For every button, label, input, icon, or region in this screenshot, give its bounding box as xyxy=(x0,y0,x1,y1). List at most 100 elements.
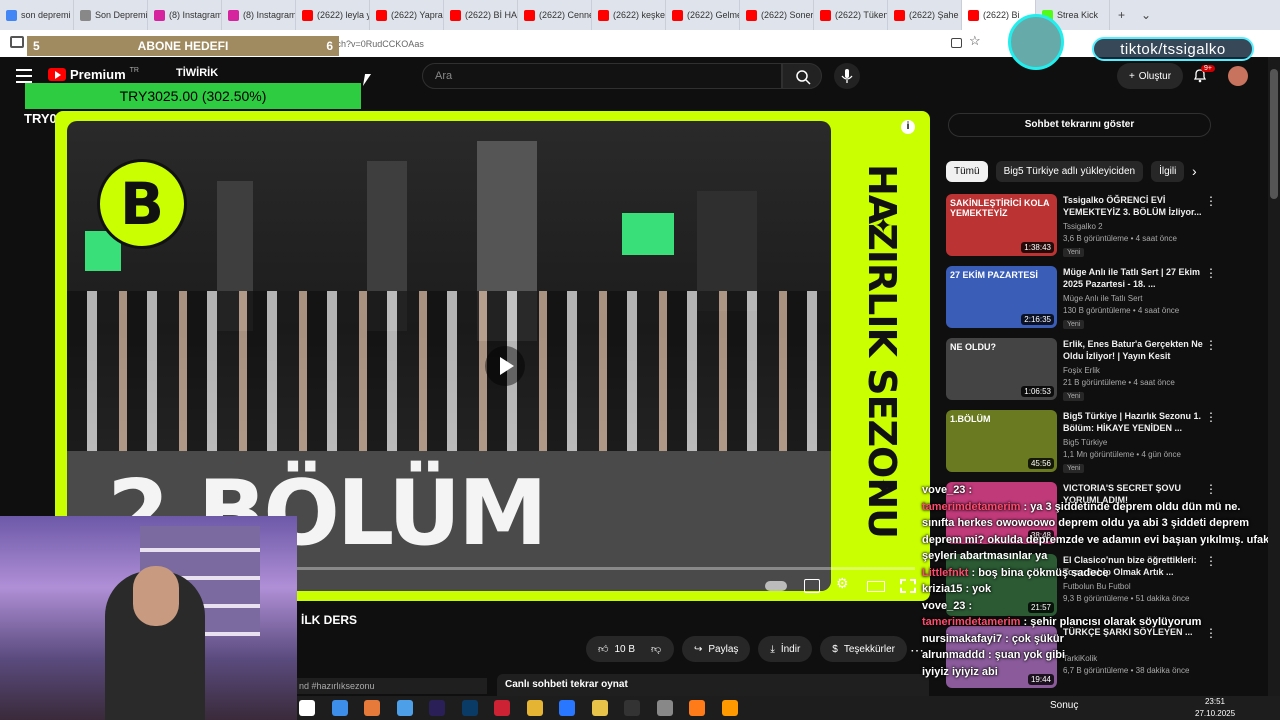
video-title-link[interactable]: Müge Anlı ile Tatlı Sert | 27 Ekim 2025 … xyxy=(1063,266,1203,290)
filter-chip[interactable]: Tümü xyxy=(946,161,988,182)
video-title-link[interactable]: Tssigalko ÖĞRENCİ EVİ YEMEKTEYİZ 3. BÖLÜ… xyxy=(1063,194,1203,218)
recommended-video[interactable]: 1.BÖLÜM 45:56 Big5 Türkiye | Hazırlık Sezo… xyxy=(946,410,1217,478)
theater-mode-icon[interactable] xyxy=(867,581,885,592)
taskbar-app-icon[interactable] xyxy=(721,700,738,716)
taskbar-clock[interactable]: 23:51 27.10.2025 xyxy=(1195,696,1235,720)
play-icon[interactable] xyxy=(485,346,525,386)
browser-tab[interactable]: (2622) leyla y xyxy=(296,0,370,30)
video-thumbnail[interactable]: 27 EKİM PAZARTESİ 2:16:35 xyxy=(946,266,1057,328)
screenshot-icon[interactable] xyxy=(951,38,962,48)
plus-icon: + xyxy=(1128,70,1135,82)
recommended-video[interactable]: SAKİNLEŞTİRİCİ KOLA YEMEKTEYİZ 1:38:43 Tss… xyxy=(946,194,1217,262)
taskbar-app-icon[interactable] xyxy=(656,700,673,716)
chevron-right-icon[interactable]: › xyxy=(1192,163,1197,179)
filter-chip[interactable]: İlgili xyxy=(1151,161,1185,182)
browser-tab[interactable]: Son Depremi xyxy=(74,0,148,30)
taskbar-app-icon[interactable] xyxy=(429,700,445,716)
tab-favicon-icon xyxy=(524,9,535,21)
taskbar-app-icon[interactable] xyxy=(689,700,705,716)
new-badge: Yeni xyxy=(1063,320,1085,329)
taskbar-app-icon[interactable] xyxy=(494,700,510,716)
browser-tab[interactable]: (2622) Soner xyxy=(740,0,814,30)
taskbar-app-icon[interactable] xyxy=(591,700,608,716)
video-title-link[interactable]: Big5 Türkiye | Hazırlık Sezonu 1. Bölüm:… xyxy=(1063,410,1203,434)
info-icon[interactable]: i xyxy=(901,120,915,134)
like-button[interactable]: 👍︎ 10 B 👎︎ xyxy=(586,636,674,662)
video-title-link[interactable]: Erlik, Enes Batur'a Gerçekten Ne Oldu İz… xyxy=(1063,338,1203,362)
chat-username: alrunmaddd xyxy=(922,649,985,661)
download-button[interactable]: ⤓ İndir xyxy=(758,636,813,662)
scrollbar-thumb[interactable] xyxy=(1270,69,1278,199)
description-hashtag[interactable]: nd #hazırlıksezonu xyxy=(297,678,487,694)
taskbar-app-icon[interactable] xyxy=(364,700,380,716)
autoplay-toggle[interactable] xyxy=(765,581,787,591)
taskbar-app-icon[interactable] xyxy=(396,700,413,716)
audience-crowd xyxy=(67,291,831,451)
recommended-video[interactable]: NE OLDU? 1:06:53 Erlik, Enes Batur'a Gerçe… xyxy=(946,338,1217,406)
thanks-button[interactable]: $ Teşekkürler xyxy=(820,636,907,662)
search-input[interactable]: Ara xyxy=(422,63,782,89)
settings-gear-icon[interactable]: ⚙ xyxy=(836,575,852,591)
taskbar-app-icon[interactable] xyxy=(299,700,315,716)
browser-tab[interactable]: (2622) Şahe xyxy=(888,0,962,30)
live-chat-replay-header[interactable]: Canlı sohbeti tekrar oynat xyxy=(497,674,929,696)
browser-tab[interactable]: (8) Instagram xyxy=(148,0,222,30)
new-tab-button[interactable]: + xyxy=(1110,8,1133,22)
youtube-premium-logo[interactable]: Premium TR xyxy=(48,67,139,82)
video-meta: 1,1 Mn görüntüleme • 4 gün önce xyxy=(1063,450,1181,459)
download-label: İndir xyxy=(780,643,801,655)
microphone-icon xyxy=(841,69,853,83)
filter-chip[interactable]: Big5 Türkiye adlı yükleyiciden xyxy=(995,161,1144,182)
taskbar-app-icon[interactable] xyxy=(526,700,543,716)
thumbs-up-icon: 👍︎ xyxy=(598,644,609,655)
browser-tab[interactable]: (2622) Tüken xyxy=(814,0,888,30)
sparkle-icon: ✦ xyxy=(874,475,893,500)
browser-tab[interactable]: (2622) Yaprak xyxy=(370,0,444,30)
voice-search-button[interactable] xyxy=(834,63,860,89)
more-options-icon[interactable]: ⋮ xyxy=(1205,410,1217,424)
video-thumbnail[interactable]: NE OLDU? 1:06:53 xyxy=(946,338,1057,400)
browser-tab[interactable]: (2622) Bİ HAB xyxy=(444,0,518,30)
tab-favicon-icon xyxy=(6,9,17,21)
url-field[interactable]: tube.com/watch?v=0RudCCKOAas xyxy=(283,35,983,53)
browser-tab[interactable]: son depremi xyxy=(0,0,74,30)
tab-search-icon[interactable]: ⌄ xyxy=(1133,8,1159,22)
youtube-play-icon xyxy=(48,68,66,81)
video-thumbnail[interactable]: 1.BÖLÜM 45:56 xyxy=(946,410,1057,472)
fullscreen-icon[interactable] xyxy=(900,579,916,593)
thumbs-down-icon[interactable]: 👎︎ xyxy=(651,643,661,655)
more-options-icon[interactable]: ⋮ xyxy=(1205,266,1217,280)
video-meta: 3,6 B görüntüleme • 4 saat önce xyxy=(1063,234,1177,243)
browser-tab[interactable]: (8) Instagram xyxy=(222,0,296,30)
taskbar-app-icon[interactable] xyxy=(559,700,575,716)
browser-tab[interactable]: (2622) Gelme xyxy=(666,0,740,30)
taskbar-weather[interactable]: Sonuç xyxy=(1050,700,1078,711)
share-button[interactable]: ↪ Paylaş xyxy=(682,636,751,662)
chat-message: tamerimdetamerim : şehir plancısı olarak… xyxy=(922,614,1274,631)
progress-bar[interactable] xyxy=(295,567,915,570)
tab-favicon-icon xyxy=(302,9,313,21)
video-thumbnail[interactable]: SAKİNLEŞTİRİCİ KOLA YEMEKTEYİZ 1:38:43 xyxy=(946,194,1057,256)
search-button[interactable] xyxy=(782,63,822,89)
hamburger-menu-icon[interactable] xyxy=(16,69,32,83)
browser-tab[interactable]: (2622) keşke xyxy=(592,0,666,30)
sidebar-toggle-icon[interactable] xyxy=(10,36,24,48)
recommended-video[interactable]: 27 EKİM PAZARTESİ 2:16:35 Müge Anlı ile Ta… xyxy=(946,266,1217,334)
show-chat-replay-button[interactable]: Sohbet tekrarını göster xyxy=(948,113,1211,137)
page-scrollbar[interactable] xyxy=(1268,57,1280,697)
taskbar-app-icon[interactable] xyxy=(331,700,348,716)
more-options-icon[interactable]: ⋮ xyxy=(1205,338,1217,352)
thumbnail-text: 1.BÖLÜM xyxy=(950,414,991,424)
profile-avatar[interactable] xyxy=(1228,66,1248,86)
more-options-icon[interactable]: ⋮ xyxy=(1205,194,1217,208)
country-code: TR xyxy=(129,67,139,74)
thumbnail-text: 27 EKİM PAZARTESİ xyxy=(950,270,1038,280)
try-overlay-text: TRY0 xyxy=(24,111,57,126)
star-icon[interactable]: ☆ xyxy=(969,33,981,49)
browser-tab[interactable]: (2622) Cenne xyxy=(518,0,592,30)
taskbar-app-icon[interactable] xyxy=(461,700,478,716)
create-button[interactable]: + Oluştur xyxy=(1117,63,1183,89)
taskbar-app-icon[interactable] xyxy=(624,700,640,716)
subtitles-icon[interactable] xyxy=(804,579,820,593)
chat-message: vove_23 : xyxy=(922,482,1274,499)
